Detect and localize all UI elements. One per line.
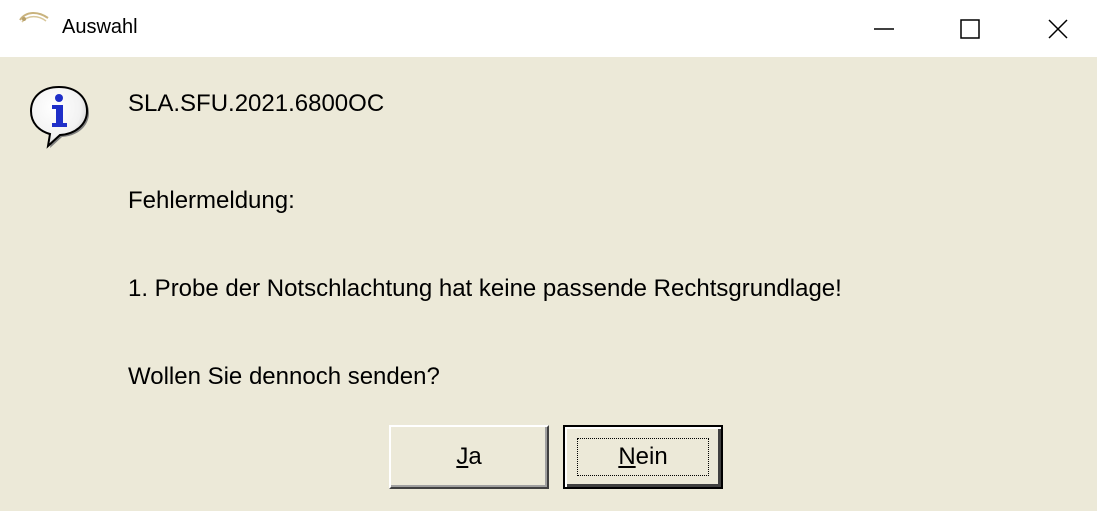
close-icon	[1048, 18, 1068, 39]
no-label-rest: ein	[635, 443, 668, 470]
dialog-body: SLA.SFU.2021.6800OC Fehlermeldung: 1. Pr…	[0, 57, 1097, 511]
title-bar[interactable]: Auswahl	[0, 0, 1097, 57]
window-title: Auswahl	[62, 16, 138, 38]
yes-mnemonic: J	[456, 443, 469, 470]
no-button[interactable]: Nein	[563, 425, 723, 489]
minimize-button[interactable]	[856, 0, 912, 57]
message-heading: Fehlermeldung:	[128, 187, 295, 214]
maximize-icon	[960, 18, 980, 39]
yes-button[interactable]: Ja	[389, 425, 549, 489]
app-icon	[19, 12, 49, 23]
no-button-label: Nein	[618, 443, 667, 471]
yes-button-label: Ja	[456, 443, 481, 471]
message-code: SLA.SFU.2021.6800OC	[128, 90, 385, 117]
no-mnemonic: N	[618, 443, 636, 470]
maximize-button[interactable]	[942, 0, 998, 57]
message-text: 1. Probe der Notschlachtung hat keine pa…	[128, 275, 842, 302]
minimize-icon	[874, 27, 894, 30]
info-icon	[29, 85, 89, 149]
dialog-window: Auswahl SLA.SFU.2021.6800OC Fehlermeldun…	[0, 0, 1097, 511]
yes-label-rest: a	[468, 443, 482, 470]
message-question: Wollen Sie dennoch senden?	[128, 363, 440, 390]
close-button[interactable]	[1030, 0, 1086, 57]
